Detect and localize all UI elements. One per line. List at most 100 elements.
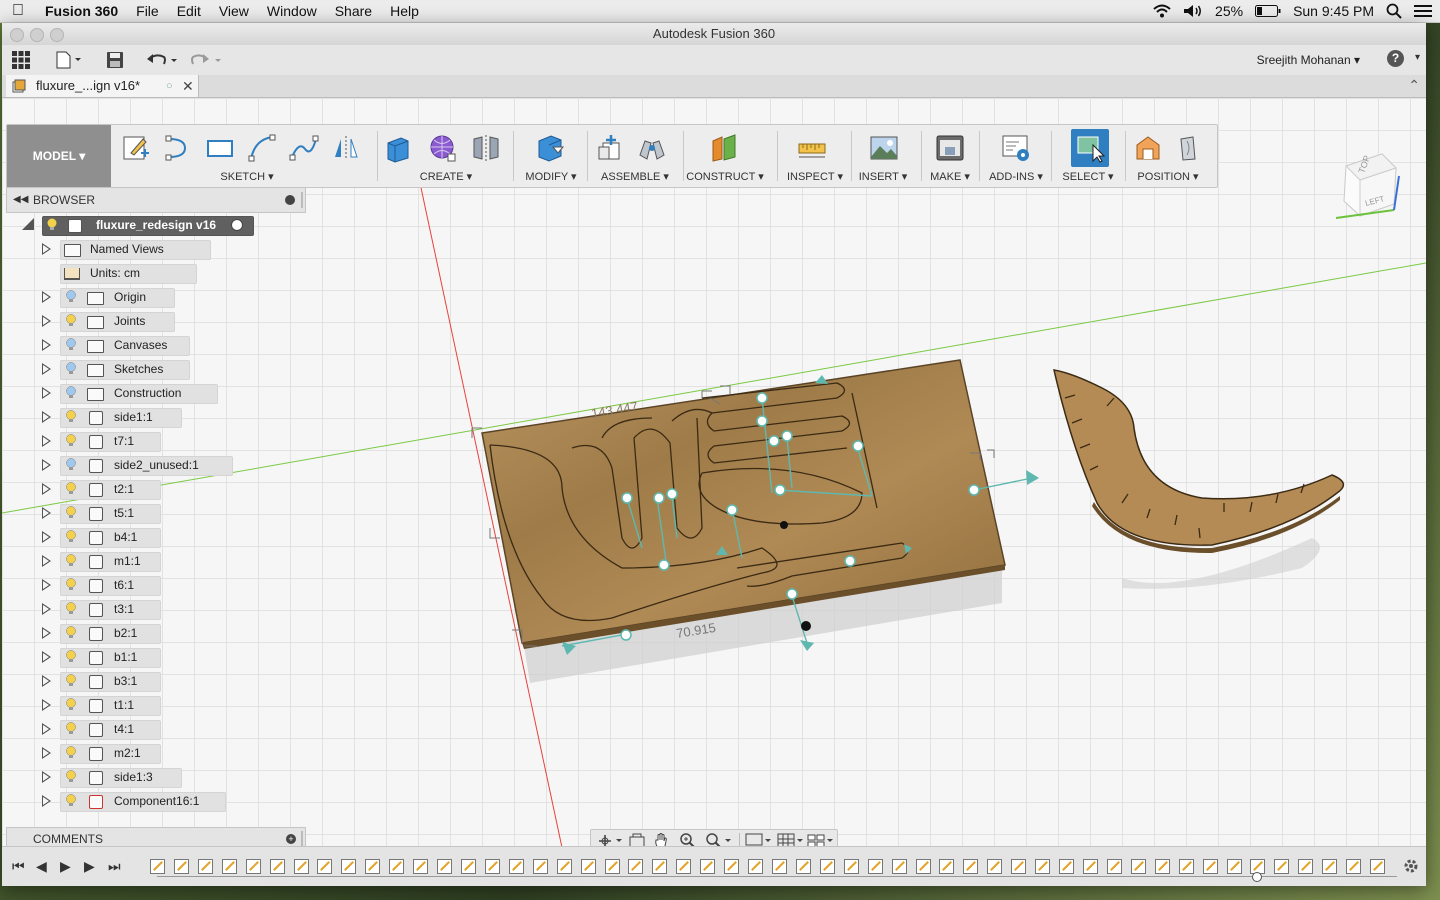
joint-icon[interactable] — [637, 133, 667, 163]
browser-row[interactable]: Named Views — [2, 240, 302, 260]
expand-triangle-icon[interactable] — [42, 531, 51, 543]
browser-row[interactable]: Component16:1 — [2, 792, 302, 812]
new-component-icon[interactable] — [595, 133, 625, 163]
expand-triangle-icon[interactable] — [42, 483, 51, 495]
expand-triangle-icon[interactable] — [42, 723, 51, 735]
insert-group-label[interactable]: INSERT ▾ — [853, 170, 913, 183]
timeline-feature-icon[interactable] — [1298, 859, 1313, 874]
timeline-feature-icon[interactable] — [246, 859, 261, 874]
timeline-feature-icon[interactable] — [916, 859, 931, 874]
sketch-group-label[interactable]: SKETCH ▾ — [117, 170, 377, 183]
timeline-feature-icon[interactable] — [317, 859, 332, 874]
expand-triangle-icon[interactable] — [42, 627, 51, 639]
timeline-feature-icon[interactable] — [1083, 859, 1098, 874]
timeline-feature-icon[interactable] — [341, 859, 356, 874]
data-panel-grid-icon[interactable] — [12, 51, 30, 69]
menu-help[interactable]: Help — [381, 0, 428, 22]
timeline-feature-icon[interactable] — [509, 859, 524, 874]
browser-row[interactable]: t7:1 — [2, 432, 302, 452]
expand-triangle-icon[interactable] — [42, 747, 51, 759]
timeline-feature-icon[interactable] — [939, 859, 954, 874]
timeline-feature-icon[interactable] — [724, 859, 739, 874]
browser-panel-header[interactable]: ◀◀ BROWSER — [6, 187, 306, 213]
close-tab-icon[interactable]: ✕ — [182, 75, 194, 97]
browser-row[interactable]: Canvases — [2, 336, 302, 356]
timeline-feature-icon[interactable] — [533, 859, 548, 874]
visibility-bulb-icon[interactable] — [66, 674, 76, 687]
timeline-feature-icon[interactable] — [1107, 859, 1122, 874]
collapse-tabs-chevron-icon[interactable]: ⌃ — [1408, 77, 1420, 94]
offset-plane-icon[interactable] — [709, 133, 739, 163]
timeline-feature-icon[interactable] — [581, 859, 596, 874]
browser-row[interactable]: m2:1 — [2, 744, 302, 764]
apple-logo-icon[interactable]:  — [0, 2, 36, 20]
rectangle-icon[interactable] — [205, 133, 235, 163]
browser-row[interactable]: Units: cm — [2, 264, 302, 284]
battery-icon[interactable] — [1255, 5, 1281, 17]
timeline-feature-icon[interactable] — [485, 859, 500, 874]
form-icon[interactable] — [427, 133, 457, 163]
timeline-feature-icon[interactable] — [198, 859, 213, 874]
timeline-feature-icon[interactable] — [1155, 859, 1170, 874]
expand-triangle-icon[interactable] — [42, 291, 51, 303]
visibility-bulb-icon[interactable] — [66, 362, 76, 375]
browser-root-row[interactable]: fluxure_redesign v16 — [2, 216, 302, 236]
browser-row[interactable]: t1:1 — [2, 696, 302, 716]
modify-group-label[interactable]: MODIFY ▾ — [515, 170, 587, 183]
visibility-bulb-icon[interactable] — [66, 290, 76, 303]
spotlight-search-icon[interactable] — [1386, 3, 1402, 19]
expand-triangle-icon[interactable] — [42, 579, 51, 591]
timeline-feature-icon[interactable] — [628, 859, 643, 874]
visibility-bulb-icon[interactable] — [66, 698, 76, 711]
browser-row[interactable]: side1:1 — [2, 408, 302, 428]
expand-triangle-icon[interactable] — [42, 771, 51, 783]
visibility-bulb-icon[interactable] — [66, 650, 76, 663]
browser-pin-icon[interactable] — [285, 195, 295, 205]
play-icon[interactable]: ▶︎ — [60, 858, 71, 875]
timeline-feature-icon[interactable] — [796, 859, 811, 874]
timeline-feature-icon[interactable] — [676, 859, 691, 874]
select-arrow-icon[interactable] — [1075, 133, 1105, 163]
document-tab[interactable]: fluxure_...ign v16* ○ ✕ — [6, 75, 199, 97]
timeline-feature-icon[interactable] — [748, 859, 763, 874]
revert-position-icon[interactable] — [1173, 133, 1203, 163]
timeline-feature-icon[interactable] — [868, 859, 883, 874]
scripts-add-ins-icon[interactable] — [1001, 133, 1031, 163]
browser-row[interactable]: t5:1 — [2, 504, 302, 524]
workspace-switcher[interactable]: MODEL ▾ — [7, 125, 111, 187]
browser-row[interactable]: b3:1 — [2, 672, 302, 692]
timeline-feature-icon[interactable] — [1346, 859, 1361, 874]
menu-view[interactable]: View — [210, 0, 258, 22]
timeline-feature-icon[interactable] — [294, 859, 309, 874]
browser-row[interactable]: Joints — [2, 312, 302, 332]
visibility-bulb-icon[interactable] — [66, 794, 76, 807]
visibility-bulb-icon[interactable] — [66, 458, 76, 471]
go-to-start-icon[interactable]: ⏮ — [12, 858, 25, 875]
spline-icon[interactable] — [289, 133, 319, 163]
timeline-feature-icon[interactable] — [820, 859, 835, 874]
close-window-button[interactable] — [10, 28, 24, 42]
select-group-label[interactable]: SELECT ▾ — [1053, 170, 1123, 183]
browser-row[interactable]: side1:3 — [2, 768, 302, 788]
menu-window[interactable]: Window — [258, 0, 326, 22]
construct-group-label[interactable]: CONSTRUCT ▾ — [685, 170, 765, 183]
visibility-bulb-icon[interactable] — [66, 602, 76, 615]
add-ins-group-label[interactable]: ADD-INS ▾ — [981, 170, 1051, 183]
timeline-feature-icon[interactable] — [1274, 859, 1289, 874]
browser-row[interactable]: t4:1 — [2, 720, 302, 740]
capture-position-icon[interactable] — [1133, 133, 1163, 163]
expand-triangle-icon[interactable] — [42, 555, 51, 567]
help-button[interactable]: ? — [1387, 50, 1404, 67]
timeline-feature-icon[interactable] — [652, 859, 667, 874]
timeline-feature-icon[interactable] — [270, 859, 285, 874]
measure-icon[interactable] — [797, 133, 827, 163]
visibility-bulb-icon[interactable] — [66, 578, 76, 591]
expand-triangle-icon[interactable] — [42, 363, 51, 375]
menu-file[interactable]: File — [127, 0, 168, 22]
timeline-feature-icon[interactable] — [844, 859, 859, 874]
assemble-group-label[interactable]: ASSEMBLE ▾ — [589, 170, 681, 183]
timeline-feature-icon[interactable] — [174, 859, 189, 874]
timeline-feature-icon[interactable] — [365, 859, 380, 874]
volume-icon[interactable] — [1183, 4, 1203, 18]
timeline-feature-icon[interactable] — [437, 859, 452, 874]
